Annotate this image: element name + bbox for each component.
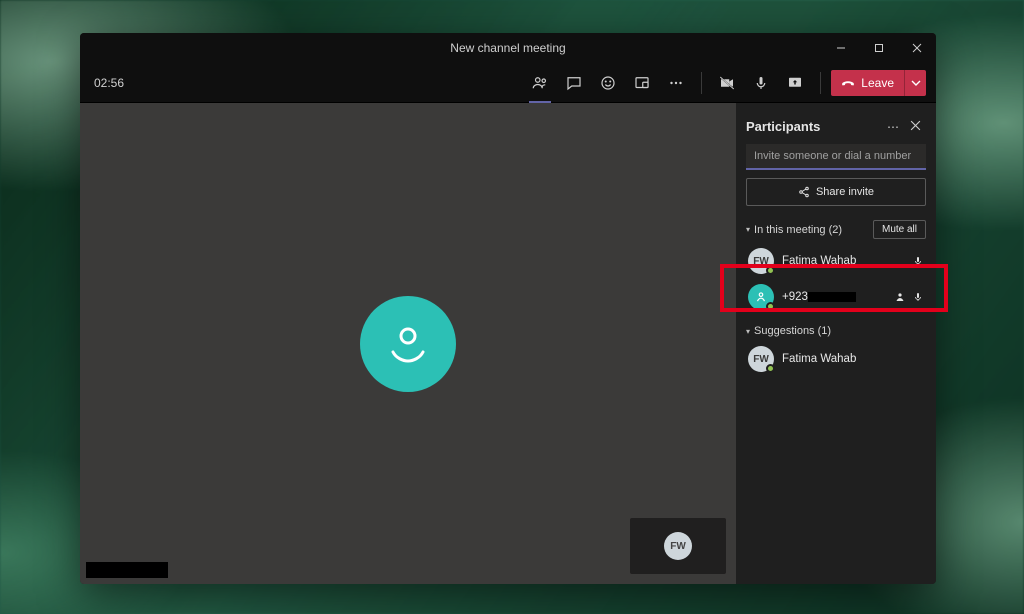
more-actions-button[interactable] bbox=[661, 68, 691, 98]
window-title: New channel meeting bbox=[450, 41, 565, 55]
suggestion-row[interactable]: FW Fatima Wahab bbox=[746, 341, 926, 377]
meeting-window: New channel meeting 02:56 bbox=[80, 33, 936, 584]
avatar bbox=[748, 284, 774, 310]
maximize-button[interactable] bbox=[860, 33, 898, 63]
close-button[interactable] bbox=[898, 33, 936, 63]
participants-toggle-button[interactable] bbox=[525, 68, 555, 98]
section-suggestions[interactable]: ▾ Suggestions (1) bbox=[746, 325, 926, 337]
mute-all-button[interactable]: Mute all bbox=[873, 220, 926, 239]
participant-row[interactable]: +923 bbox=[746, 279, 926, 315]
avatar: FW bbox=[748, 248, 774, 274]
redacted-number bbox=[808, 292, 856, 302]
self-avatar: FW bbox=[664, 532, 692, 560]
participants-panel: Participants ⋯ Share invite ▾ In this me… bbox=[736, 103, 936, 584]
share-invite-button[interactable]: Share invite bbox=[746, 178, 926, 206]
camera-button[interactable] bbox=[712, 68, 742, 98]
guest-icon bbox=[894, 291, 906, 303]
mic-button[interactable] bbox=[746, 68, 776, 98]
panel-more-button[interactable]: ⋯ bbox=[882, 120, 904, 134]
panel-close-button[interactable] bbox=[904, 120, 926, 134]
invite-input[interactable] bbox=[746, 144, 926, 170]
chevron-down-icon: ▾ bbox=[746, 225, 750, 234]
separator bbox=[820, 72, 821, 94]
presence-indicator bbox=[766, 364, 775, 373]
leave-label: Leave bbox=[861, 76, 894, 90]
self-view[interactable]: FW bbox=[630, 518, 726, 574]
leave-button[interactable]: Leave bbox=[831, 70, 904, 96]
meeting-toolbar: 02:56 bbox=[80, 63, 936, 103]
participant-name: Fatima Wahab bbox=[782, 353, 924, 365]
share-screen-button[interactable] bbox=[780, 68, 810, 98]
participant-name: Fatima Wahab bbox=[782, 255, 904, 267]
leave-menu-button[interactable] bbox=[904, 70, 926, 96]
active-speaker-avatar bbox=[360, 296, 456, 392]
presence-indicator bbox=[766, 266, 775, 275]
participant-row[interactable]: FW Fatima Wahab bbox=[746, 243, 926, 279]
rooms-button[interactable] bbox=[627, 68, 657, 98]
avatar: FW bbox=[748, 346, 774, 372]
redacted-caption bbox=[86, 562, 168, 578]
chevron-down-icon: ▾ bbox=[746, 327, 750, 336]
titlebar: New channel meeting bbox=[80, 33, 936, 63]
panel-title: Participants bbox=[746, 119, 882, 134]
reactions-button[interactable] bbox=[593, 68, 623, 98]
window-controls bbox=[822, 33, 936, 63]
video-stage: FW bbox=[80, 103, 736, 584]
call-timer: 02:56 bbox=[94, 76, 124, 90]
mic-icon bbox=[912, 255, 924, 267]
minimize-button[interactable] bbox=[822, 33, 860, 63]
chat-button[interactable] bbox=[559, 68, 589, 98]
separator bbox=[701, 72, 702, 94]
section-label: In this meeting (2) bbox=[754, 224, 873, 236]
mic-icon bbox=[912, 291, 924, 303]
participant-name: +923 bbox=[782, 291, 886, 303]
section-label: Suggestions (1) bbox=[754, 325, 926, 337]
section-in-meeting[interactable]: ▾ In this meeting (2) Mute all bbox=[746, 220, 926, 239]
presence-indicator bbox=[766, 302, 775, 311]
share-invite-label: Share invite bbox=[816, 186, 874, 198]
